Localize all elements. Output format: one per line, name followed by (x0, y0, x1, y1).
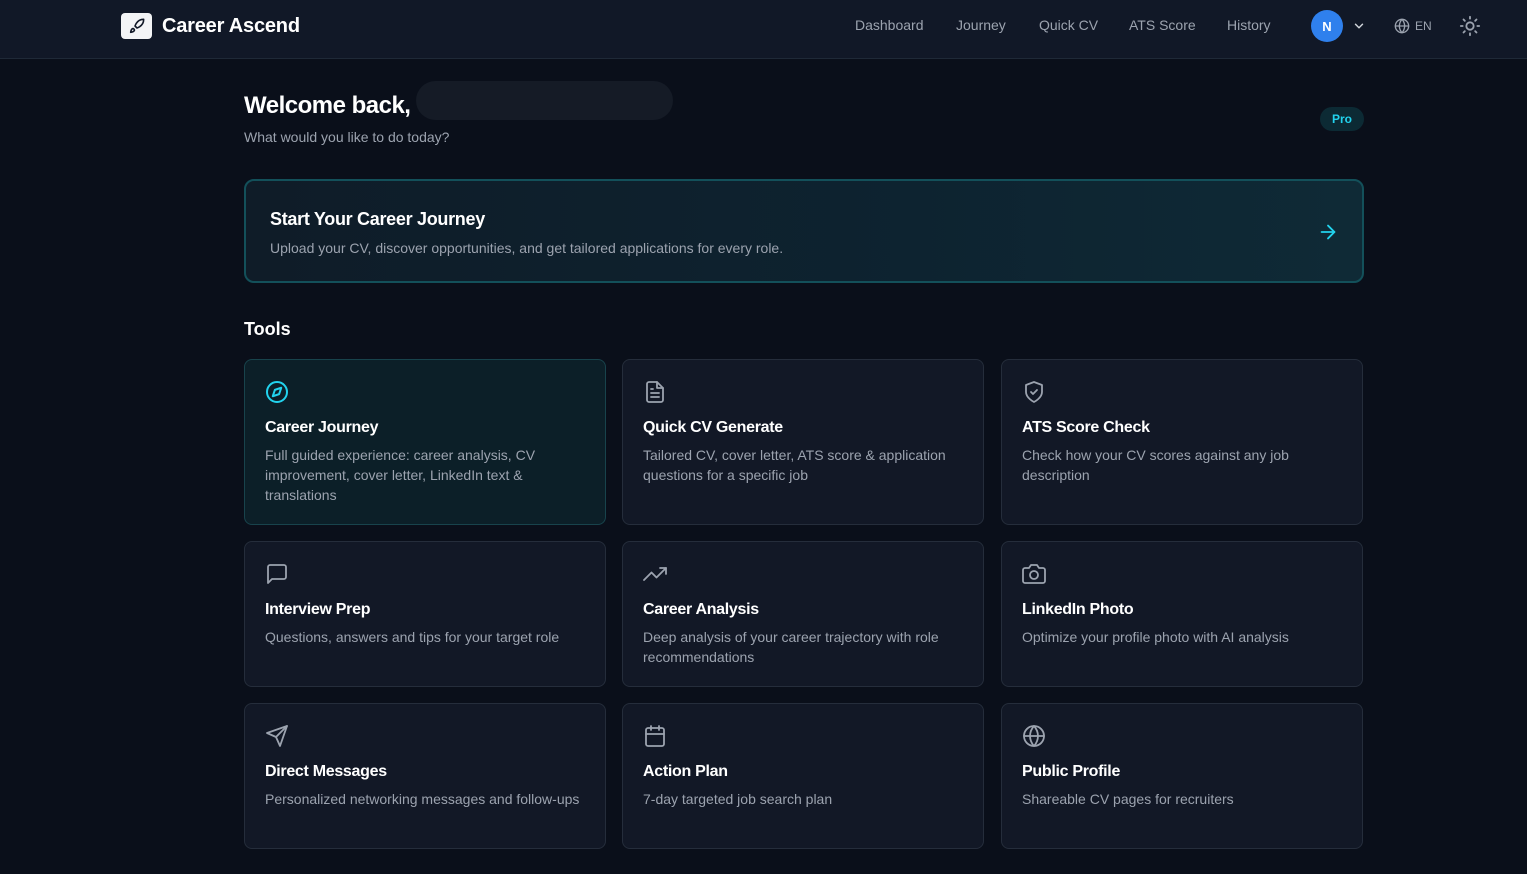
hero-title: Start Your Career Journey (270, 209, 485, 229)
tool-card-career-analysis[interactable]: Career Analysis Deep analysis of your ca… (622, 541, 984, 687)
tool-card-action-plan[interactable]: Action Plan 7-day targeted job search pl… (622, 703, 984, 849)
tool-card-quick-cv[interactable]: Quick CV Generate Tailored CV, cover let… (622, 359, 984, 525)
card-title: Career Analysis (643, 601, 759, 618)
start-journey-card[interactable]: Start Your Career Journey Upload your CV… (244, 179, 1364, 283)
card-title: Public Profile (1022, 763, 1121, 780)
nav-history[interactable]: History (1227, 17, 1271, 33)
welcome-subtitle: What would you like to do today? (244, 129, 450, 145)
nav-quick-cv[interactable]: Quick CV (1039, 17, 1098, 33)
send-icon (266, 725, 288, 747)
shield-check-icon (1025, 381, 1043, 403)
top-navbar: Career Ascend Dashboard Journey Quick CV… (0, 0, 1527, 59)
tools-section-title: Tools (244, 319, 291, 339)
globe-icon (1023, 725, 1045, 747)
brand-name: Career Ascend (162, 14, 300, 37)
card-title: LinkedIn Photo (1022, 601, 1134, 618)
card-description: Full guided experience: career analysis,… (265, 447, 536, 503)
camera-icon (1022, 564, 1046, 584)
brand[interactable]: Career Ascend (121, 13, 300, 39)
card-description: Optimize your profile photo with AI anal… (1022, 629, 1289, 645)
card-title: ATS Score Check (1022, 419, 1150, 436)
card-title: Action Plan (643, 763, 728, 780)
card-description: 7-day targeted job search plan (643, 791, 833, 807)
nav-dashboard[interactable]: Dashboard (855, 17, 924, 33)
calendar-icon (645, 725, 665, 747)
plan-badge: Pro (1320, 107, 1364, 131)
card-description: Personalized networking messages and fol… (265, 791, 580, 807)
card-title: Direct Messages (265, 763, 387, 780)
card-title: Career Journey (265, 419, 379, 436)
language-label: EN (1415, 19, 1432, 33)
nav-ats-score[interactable]: ATS Score (1129, 17, 1196, 33)
card-description: Questions, answers and tips for your tar… (265, 629, 560, 645)
tool-card-direct-messages[interactable]: Direct Messages Personalized networking … (244, 703, 606, 849)
tool-card-career-journey[interactable]: Career Journey Full guided experience: c… (244, 359, 606, 525)
card-description: Tailored CV, cover letter, ATS score & a… (643, 447, 946, 483)
redacted-username (416, 81, 673, 120)
card-title: Quick CV Generate (643, 419, 783, 436)
nav-journey[interactable]: Journey (956, 17, 1006, 33)
tool-card-interview-prep[interactable]: Interview Prep Questions, answers and ti… (244, 541, 606, 687)
globe-icon (1394, 18, 1410, 34)
rocket-icon (121, 13, 152, 39)
message-square-icon (267, 564, 287, 584)
card-description: Shareable CV pages for recruiters (1022, 791, 1234, 807)
card-description: Check how your CV scores against any job… (1022, 447, 1289, 483)
tool-card-ats-score[interactable]: ATS Score Check Check how your CV scores… (1001, 359, 1363, 525)
document-icon (646, 381, 664, 403)
tool-card-public-profile[interactable]: Public Profile Shareable CV pages for re… (1001, 703, 1363, 849)
tool-card-linkedin-photo[interactable]: LinkedIn Photo Optimize your profile pho… (1001, 541, 1363, 687)
card-title: Interview Prep (265, 601, 371, 618)
card-description: Deep analysis of your career trajectory … (643, 629, 939, 665)
trending-up-icon (643, 567, 667, 581)
avatar[interactable]: N (1311, 10, 1343, 42)
language-switcher[interactable]: EN (1394, 17, 1432, 35)
chevron-down-icon[interactable] (1352, 19, 1366, 33)
arrow-right-icon (1320, 224, 1336, 240)
sun-icon[interactable] (1459, 15, 1481, 37)
compass-icon (266, 381, 288, 403)
hero-subtitle: Upload your CV, discover opportunities, … (270, 240, 784, 256)
welcome-title: Welcome back, (244, 92, 411, 119)
